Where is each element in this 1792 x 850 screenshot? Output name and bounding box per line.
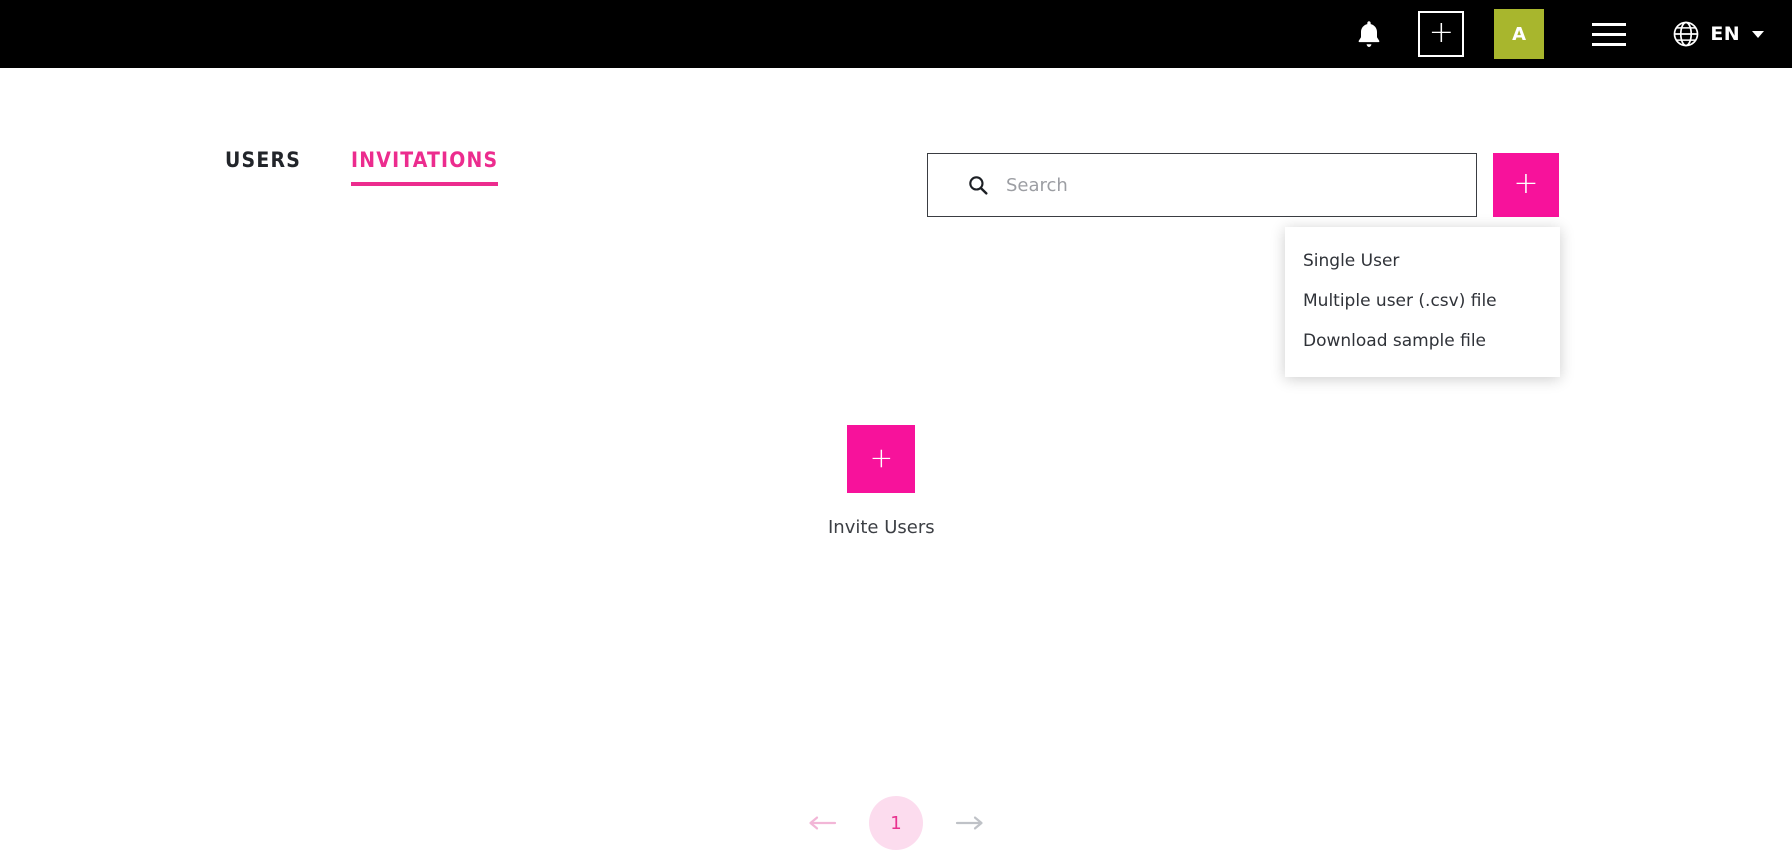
avatar-initial: A [1512,23,1527,45]
topbar-actions: + A EN [1342,0,1764,68]
pagination-prev-button[interactable] [805,806,839,840]
plus-icon: + [1513,166,1539,201]
dropdown-item-download-sample-file[interactable]: Download sample file [1285,321,1560,361]
dropdown-item-single-user[interactable]: Single User [1285,241,1560,281]
search-input[interactable] [1006,174,1426,196]
pagination-page-1[interactable]: 1 [869,796,923,850]
main-content: USERS INVITATIONS + Single User Multiple… [0,68,1792,850]
chevron-down-icon [1752,30,1764,38]
invite-users-card[interactable]: + Invite Users [828,425,935,538]
bell-icon [1358,20,1380,47]
hamburger-line [1592,42,1627,46]
globe-icon [1673,21,1699,47]
dropdown-item-label: Single User [1303,251,1400,271]
tab-bar: USERS INVITATIONS [225,148,499,186]
language-selector[interactable]: EN [1672,20,1764,48]
dropdown-item-multiple-user-csv[interactable]: Multiple user (.csv) file [1285,281,1560,321]
search-toolbar: + [927,153,1559,217]
add-invitation-dropdown-menu: Single User Multiple user (.csv) file Do… [1285,227,1560,377]
arrow-right-icon [955,816,983,830]
search-icon [969,176,988,195]
language-label: EN [1710,23,1740,45]
notifications-button[interactable] [1342,7,1396,61]
avatar[interactable]: A [1494,9,1545,59]
topbar-add-button[interactable]: + [1418,11,1465,57]
invite-users-label: Invite Users [828,517,935,538]
invite-users-button[interactable]: + [847,425,916,493]
hamburger-line [1592,22,1627,26]
plus-icon: + [1428,14,1454,50]
pagination-next-button[interactable] [953,806,987,840]
search-box[interactable] [927,153,1477,217]
hamburger-menu-icon[interactable] [1592,22,1627,46]
pagination-page-number: 1 [890,812,902,834]
tab-invitations[interactable]: INVITATIONS [351,148,499,186]
dropdown-item-label: Multiple user (.csv) file [1303,291,1497,311]
pagination: 1 [0,796,1792,850]
top-navigation-bar: + A EN [0,0,1792,68]
hamburger-line [1592,32,1627,36]
tab-invitations-label: INVITATIONS [351,148,499,172]
plus-icon: + [869,441,894,474]
add-invitation-button[interactable]: + [1493,153,1559,217]
dropdown-item-label: Download sample file [1303,331,1487,351]
tab-users-label: USERS [225,148,302,172]
arrow-left-icon [809,816,837,830]
tab-users[interactable]: USERS [225,148,301,186]
